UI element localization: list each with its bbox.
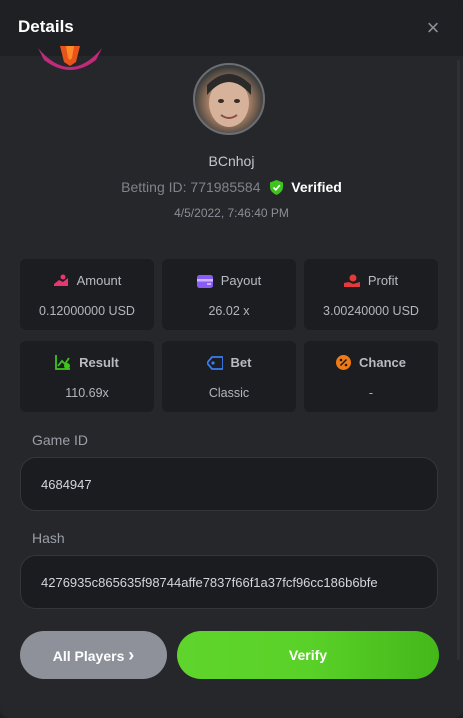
stat-label: Profit [367, 273, 399, 288]
chart-up-icon [55, 355, 71, 370]
stat-value: Classic [208, 386, 250, 400]
stat-value: 110.69x [65, 386, 109, 400]
chevron-right-icon: › [128, 645, 135, 665]
all-players-label: All Players [52, 648, 125, 664]
betting-id-value: 771985584 [190, 179, 261, 195]
stat-label: Bet [230, 355, 252, 370]
bet-datetime: 4/5/2022, 7:46:40 PM [174, 206, 289, 220]
stat-payout: Payout 26.02 x [162, 259, 296, 330]
modal-title: Details [18, 17, 74, 36]
verify-button[interactable]: Verify [177, 631, 439, 679]
hash-value: 4276935c865635f98744affe7837f66f1a37fcf9… [41, 575, 378, 590]
game-id-label: Game ID [32, 432, 89, 448]
stat-chance: Chance - [304, 341, 438, 412]
all-players-button[interactable]: All Players › [20, 631, 167, 679]
scrollbar[interactable] [457, 60, 460, 660]
game-id-field[interactable]: 4684947 [20, 457, 438, 511]
stat-profit: Profit 3.00240000 USD [304, 259, 438, 330]
stat-label: Chance [359, 355, 406, 370]
stat-label: Amount [76, 273, 122, 288]
game-id-value: 4684947 [41, 477, 92, 492]
verified-shield-icon [270, 180, 284, 198]
hash-field[interactable]: 4276935c865635f98744affe7837f66f1a37fcf9… [20, 555, 438, 609]
stat-amount: Amount 0.12000000 USD [20, 259, 154, 330]
tag-icon [205, 356, 224, 370]
wallet-icon [196, 275, 213, 288]
verified-label: Verified [291, 179, 342, 195]
stat-bet: Bet Classic [162, 341, 296, 412]
profit-hand-icon [343, 274, 360, 287]
username: BCnhoj [208, 153, 255, 169]
rank-badge-icon [36, 46, 104, 76]
coins-hand-icon [53, 274, 68, 286]
stat-value: 3.00240000 USD [323, 304, 419, 318]
close-icon[interactable]: × [420, 15, 446, 41]
hash-label: Hash [32, 530, 65, 546]
stat-label: Result [79, 355, 119, 370]
avatar [193, 63, 265, 135]
stat-value: 26.02 x [208, 304, 250, 318]
percent-icon [336, 355, 352, 370]
details-modal: Details × BCnhoj Betting ID: 771985584 V… [0, 0, 463, 718]
stat-label: Payout [220, 273, 262, 288]
stat-value: - [368, 386, 374, 400]
betting-id-label: Betting ID: [121, 179, 187, 195]
stat-value: 0.12000000 USD [39, 304, 135, 318]
betting-id-line: Betting ID: 771985584 Verified [0, 179, 463, 198]
stat-result: Result 110.69x [20, 341, 154, 412]
